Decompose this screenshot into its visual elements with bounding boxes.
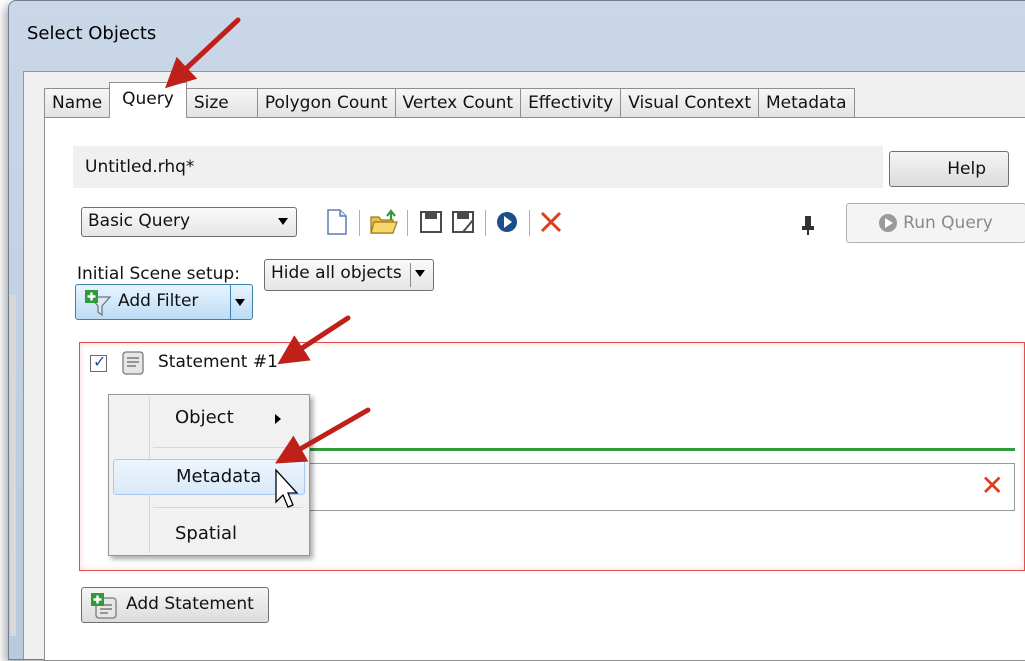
add-statement-button[interactable]: Add Statement [81,587,269,623]
menu-separator [153,507,303,508]
save-as-icon[interactable] [451,208,475,236]
query-tab-panel: Untitled.rhq* Help Basic Query Run Query… [44,117,1025,661]
run-query-button[interactable]: Run Query [846,203,1025,243]
run-query-label: Run Query [903,213,993,233]
menu-item-label: Object [175,407,234,428]
statement-checkbox[interactable] [90,352,107,372]
add-statement-label: Add Statement [126,594,254,614]
new-file-icon[interactable] [325,208,349,236]
scene-setup-label: Initial Scene setup: [77,264,240,284]
delete-x-icon[interactable] [539,208,563,236]
chevron-down-icon [415,270,425,277]
add-filter-funnel-icon [85,290,112,317]
play-icon [879,214,898,232]
query-type-value: Basic Query [88,211,191,231]
menu-item-label: Spatial [175,523,237,544]
tab-vertex-count[interactable]: Vertex Count [394,88,522,118]
chevron-down-icon[interactable] [235,299,245,306]
query-file-name: Untitled.rhq* [73,146,883,188]
menu-item-metadata[interactable]: Metadata [113,459,305,495]
tab-effectivity[interactable]: Effectivity [520,88,622,118]
help-button[interactable]: Help [889,151,1009,187]
window-client-area: Name Query Size Polygon Count Vertex Cou… [23,71,1025,661]
chevron-down-icon [278,218,288,225]
tab-strip: Name Query Size Polygon Count Vertex Cou… [44,82,855,118]
tab-visual-context[interactable]: Visual Context [620,88,759,118]
scene-setup-value: Hide all objects [271,263,402,283]
add-filter-label: Add Filter [118,291,199,311]
split-divider [230,285,231,319]
menu-item-object[interactable]: Object [113,401,305,437]
toolbar-separator [485,210,486,236]
tab-query[interactable]: Query [109,82,187,118]
combo-separator [410,263,411,287]
open-folder-icon[interactable] [369,208,399,236]
statement-scroll-icon [122,351,144,375]
save-icon[interactable] [419,208,443,236]
menu-item-label: Metadata [176,466,262,487]
statement-label: Statement #1 [158,352,278,372]
select-objects-window: Select Objects Name Query Size Polygon C… [8,0,1025,661]
window-title: Select Objects [27,23,157,44]
query-type-select[interactable]: Basic Query [81,207,297,237]
menu-separator [153,447,303,448]
tab-metadata[interactable]: Metadata [758,88,855,118]
scene-setup-select[interactable]: Hide all objects [264,259,434,291]
tab-size[interactable]: Size [185,88,258,118]
tab-name[interactable]: Name [44,88,111,118]
window-scrollbar[interactable] [10,295,16,636]
toolbar-separator [359,210,360,236]
menu-item-spatial[interactable]: Spatial [113,517,305,553]
toolbar-separator [407,210,408,236]
add-statement-icon [91,593,117,619]
run-circle-icon[interactable] [495,208,519,236]
pin-icon[interactable] [801,214,815,236]
add-filter-split-button[interactable]: Add Filter [75,284,253,320]
remove-filter-icon[interactable]: ✕ [981,470,1004,502]
add-filter-menu: Object Metadata Spatial [108,394,310,556]
tab-polygon-count[interactable]: Polygon Count [256,88,396,118]
toolbar-separator [529,210,530,236]
submenu-arrow-icon [275,414,281,424]
